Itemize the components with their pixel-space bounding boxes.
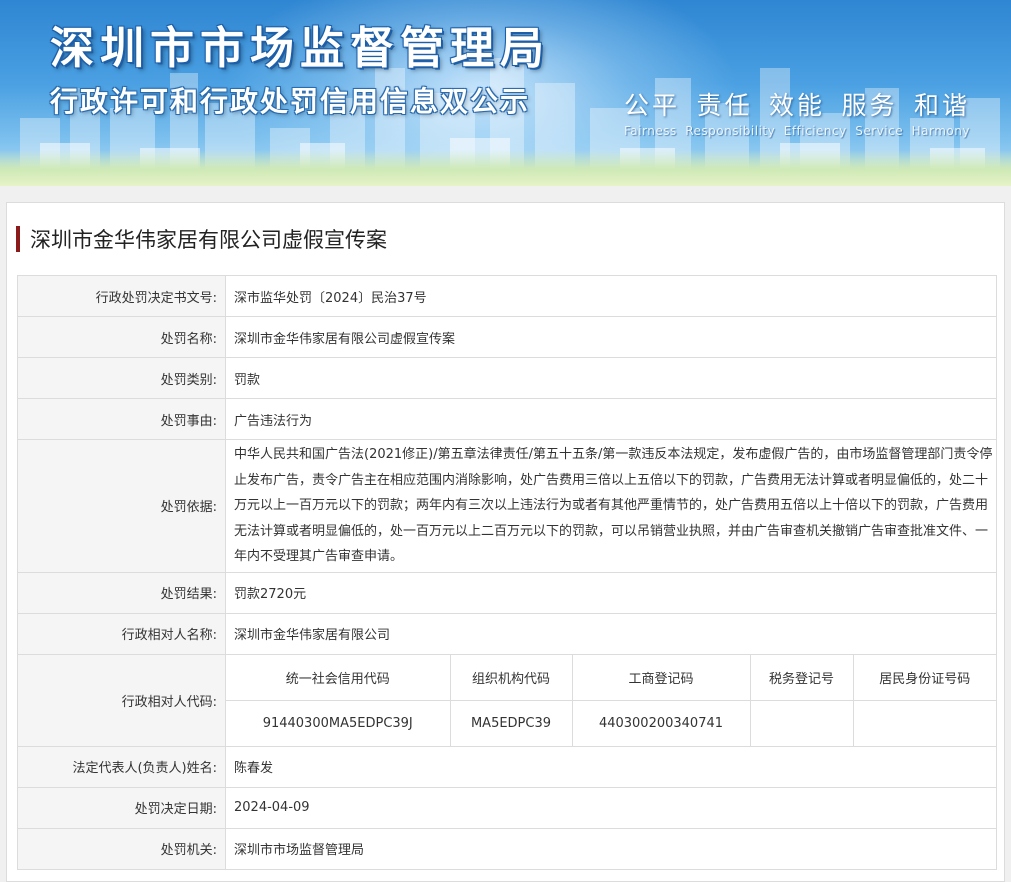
case-title: 深圳市金华伟家居有限公司虚假宣传案 <box>30 228 387 252</box>
title-accent-bar <box>16 226 20 252</box>
code-header-row: 统一社会信用代码 组织机构代码 工商登记码 税务登记号 居民身份证号码 <box>226 654 996 701</box>
table-row: 处罚名称: 深圳市金华伟家居有限公司虚假宣传案 <box>17 316 997 358</box>
party-code-label: 行政相对人代码: <box>17 653 226 747</box>
value-cn: 服务 <box>841 91 898 120</box>
banner-ground <box>0 150 1011 186</box>
id-card-value <box>852 699 996 746</box>
value-en: Service <box>855 124 904 138</box>
penalty-category-value: 罚款 <box>225 357 997 399</box>
doc-no-label: 行政处罚决定书文号: <box>17 275 226 317</box>
value-cn: 责任 <box>696 91 753 120</box>
case-title-row: 深圳市金华伟家居有限公司虚假宣传案 <box>16 225 387 253</box>
legal-rep-label: 法定代表人(负责人)姓名: <box>17 745 226 788</box>
value-cn: 公平 <box>624 91 681 120</box>
code-header: 组织机构代码 <box>449 654 573 701</box>
authority-value: 深圳市市场监督管理局 <box>225 827 997 870</box>
decision-date-label: 处罚决定日期: <box>17 786 226 829</box>
value-cn: 效能 <box>768 91 825 120</box>
table-row: 处罚决定日期: 2024-04-09 <box>17 786 997 829</box>
credit-code-value: 91440300MA5EDPC39J <box>226 699 451 746</box>
code-value-row: 91440300MA5EDPC39J MA5EDPC39 44030020034… <box>226 699 996 746</box>
business-reg-value: 440300200340741 <box>571 699 751 746</box>
value-en: Fairness <box>624 124 677 138</box>
core-values-en: Fairness Responsibility Efficiency Servi… <box>624 124 970 138</box>
value-en: Efficiency <box>783 124 847 138</box>
penalty-name-value: 深圳市金华伟家居有限公司虚假宣传案 <box>225 316 997 358</box>
table-row: 行政相对人名称: 深圳市金华伟家居有限公司 <box>17 612 997 655</box>
tax-reg-value <box>749 699 854 746</box>
value-cn: 和谐 <box>913 91 970 120</box>
code-header: 统一社会信用代码 <box>226 654 451 701</box>
table-row: 处罚结果: 罚款2720元 <box>17 571 997 614</box>
party-code-cell: 统一社会信用代码 组织机构代码 工商登记码 税务登记号 居民身份证号码 9144… <box>225 653 997 747</box>
penalty-info-table: 行政处罚决定书文号: 深市监华处罚〔2024〕民治37号 处罚名称: 深圳市金华… <box>17 275 997 870</box>
party-code-table: 统一社会信用代码 组织机构代码 工商登记码 税务登记号 居民身份证号码 9144… <box>226 654 996 746</box>
party-name-value: 深圳市金华伟家居有限公司 <box>225 612 997 655</box>
table-row: 行政相对人代码: 统一社会信用代码 组织机构代码 工商登记码 税务登记号 居民身… <box>17 653 997 747</box>
penalty-category-label: 处罚类别: <box>17 357 226 399</box>
code-header: 税务登记号 <box>749 654 854 701</box>
site-subtitle: 行政许可和行政处罚信用信息双公示 <box>50 85 531 118</box>
table-row: 处罚类别: 罚款 <box>17 357 997 399</box>
agency-title: 深圳市市场监督管理局 <box>50 23 550 74</box>
penalty-name-label: 处罚名称: <box>17 316 226 358</box>
penalty-basis-value: 中华人民共和国广告法(2021修正)/第五章法律责任/第五十五条/第一款违反本法… <box>225 439 997 573</box>
doc-no-value: 深市监华处罚〔2024〕民治37号 <box>225 275 997 317</box>
code-header: 工商登记码 <box>571 654 751 701</box>
value-en: Responsibility <box>685 124 776 138</box>
code-header: 居民身份证号码 <box>852 654 996 701</box>
penalty-result-label: 处罚结果: <box>17 571 226 614</box>
table-row: 处罚事由: 广告违法行为 <box>17 398 997 440</box>
legal-rep-value: 陈春发 <box>225 745 997 788</box>
penalty-basis-label: 处罚依据: <box>17 439 226 573</box>
org-code-value: MA5EDPC39 <box>449 699 573 746</box>
table-row: 处罚机关: 深圳市市场监督管理局 <box>17 827 997 870</box>
table-row: 法定代表人(负责人)姓名: 陈春发 <box>17 745 997 788</box>
decision-date-value: 2024-04-09 <box>225 786 997 829</box>
penalty-result-value: 罚款2720元 <box>225 571 997 614</box>
core-values-cn: 公平 责任 效能 服务 和谐 <box>624 86 970 122</box>
authority-label: 处罚机关: <box>17 827 226 870</box>
penalty-reason-value: 广告违法行为 <box>225 398 997 440</box>
core-values: 公平 责任 效能 服务 和谐 Fairness Responsibility E… <box>624 86 984 138</box>
table-row: 行政处罚决定书文号: 深市监华处罚〔2024〕民治37号 <box>17 275 997 317</box>
party-name-label: 行政相对人名称: <box>17 612 226 655</box>
value-en: Harmony <box>911 124 970 138</box>
header-banner: 深圳市市场监督管理局 行政许可和行政处罚信用信息双公示 公平 责任 效能 服务 … <box>0 0 1011 186</box>
table-row: 处罚依据: 中华人民共和国广告法(2021修正)/第五章法律责任/第五十五条/第… <box>17 439 997 573</box>
detail-panel: 深圳市金华伟家居有限公司虚假宣传案 行政处罚决定书文号: 深市监华处罚〔2024… <box>6 202 1005 882</box>
penalty-reason-label: 处罚事由: <box>17 398 226 440</box>
